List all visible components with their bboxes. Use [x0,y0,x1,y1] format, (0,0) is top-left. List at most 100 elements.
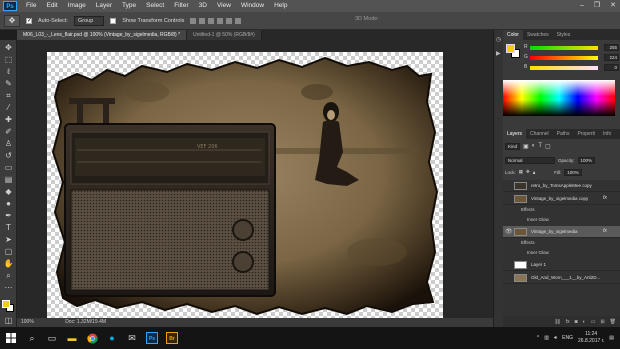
actions-panel-icon[interactable]: ▶ [496,50,501,57]
blur-tool-icon[interactable]: ◆ [3,187,14,196]
notifications-icon[interactable]: ▤ [609,335,614,341]
restore-button[interactable]: ❐ [594,0,600,12]
auto-select-checkbox[interactable] [26,17,32,24]
bridge-taskbar-icon[interactable]: Br [162,327,182,349]
visibility-toggle-icon[interactable] [505,274,511,282]
opacity-field[interactable]: 100% [577,156,596,164]
layer-row[interactable]: retro_by_TomsAppleMee copy [503,180,620,192]
close-button[interactable]: ✕ [610,0,616,12]
layer-row[interactable]: Vintage_by_sigelmedia copy fx [503,193,620,205]
align-top-icon[interactable] [190,17,197,24]
language-indicator[interactable]: ENG [562,335,573,341]
add-mask-icon[interactable]: ◙ [575,319,578,325]
new-group-icon[interactable]: ▭ [591,319,596,325]
photoshop-taskbar-icon[interactable]: Ps [142,327,162,349]
layer-row[interactable]: Layer 1 [503,259,620,271]
fill-field[interactable]: 100% [564,168,582,176]
blue-value[interactable]: 0 [604,64,619,71]
network-icon[interactable]: ▥ [544,335,549,341]
layer-effects-icon[interactable]: fx [603,195,607,201]
inner-glow-effect[interactable]: Inner Glow [527,249,549,257]
inner-glow-effect[interactable]: Inner Glow [527,216,549,224]
green-value[interactable]: 224 [604,54,619,61]
more-tools-icon[interactable]: ⋯ [3,283,14,292]
tab-channels[interactable]: Channel [526,129,553,139]
align-left-icon[interactable] [217,17,224,24]
new-layer-icon[interactable]: ⊞ [600,319,604,325]
filter-pixel-icon[interactable]: ▣ [523,143,529,150]
pen-tool-icon[interactable]: ✒ [3,211,14,220]
filter-kind-dropdown[interactable]: Kind [505,142,521,150]
lasso-tool-icon[interactable]: ℓ [3,67,14,76]
tab-swatches[interactable]: Swatches [523,30,553,40]
menu-type[interactable]: Type [117,0,141,12]
menu-file[interactable]: File [21,0,41,12]
menu-view[interactable]: View [212,0,236,12]
healing-brush-tool-icon[interactable]: ✚ [3,115,14,124]
lock-pixels-icon[interactable]: ▦ [519,169,523,175]
blue-slider[interactable]: B 0 [524,64,620,72]
link-layers-icon[interactable]: ⛓ [554,319,560,325]
eyedropper-tool-icon[interactable]: ⁄ [3,103,14,112]
delete-layer-icon[interactable]: 🗑︎ [610,319,616,325]
align-bottom-icon[interactable] [208,17,215,24]
history-brush-tool-icon[interactable]: ↺ [3,151,14,160]
green-slider-track[interactable] [530,56,598,60]
quick-select-tool-icon[interactable]: ✎ [3,79,14,88]
red-value[interactable]: 255 [604,44,619,51]
green-slider[interactable]: G 224 [524,54,620,62]
layer-row[interactable]: Old_And_Worn___1__by_Arti2D... [503,272,620,284]
tab-color[interactable]: Color [503,30,523,40]
move-tool-icon[interactable]: ✥ [3,43,14,52]
menu-window[interactable]: Window [236,0,269,12]
align-middle-icon[interactable] [199,17,206,24]
adjustment-layer-icon[interactable]: ◐ [583,319,586,325]
clock[interactable]: 11:24 26.8.2017 г. [578,331,604,345]
color-spectrum[interactable] [503,80,615,116]
dodge-tool-icon[interactable]: ● [3,199,14,208]
canvas-area[interactable]: VEF 206 [17,40,493,318]
tab-layers[interactable]: Layers [503,129,527,139]
brush-tool-icon[interactable]: ✐ [3,127,14,136]
align-right-icon[interactable] [235,17,242,24]
visibility-toggle-icon[interactable] [505,195,511,203]
search-icon[interactable]: ⌕ [22,327,42,349]
menu-3d[interactable]: 3D [194,0,212,12]
tray-up-arrow-icon[interactable]: ^ [537,335,539,341]
mail-icon[interactable]: ✉ [122,327,142,349]
blue-slider-track[interactable] [530,66,598,70]
crop-tool-icon[interactable]: ⌗ [3,91,14,100]
blend-mode-dropdown[interactable]: Normal [505,156,555,164]
show-transform-checkbox[interactable] [110,17,117,24]
hand-tool-icon[interactable]: ✋ [3,259,14,268]
start-button[interactable] [0,327,22,349]
menu-layer[interactable]: Layer [91,0,117,12]
menu-select[interactable]: Select [141,0,169,12]
skype-icon[interactable]: ● [102,327,122,349]
type-tool-icon[interactable]: T [3,223,14,232]
lock-all-icon[interactable]: 🔒︎ [533,170,535,175]
visibility-toggle-icon[interactable] [505,182,511,190]
shape-tool-icon[interactable]: ▢ [3,247,14,256]
marquee-tool-icon[interactable]: ⬚ [3,55,14,64]
file-explorer-icon[interactable]: ▬ [62,327,82,349]
menu-image[interactable]: Image [63,0,91,12]
layer-effects-icon[interactable]: fx [603,228,607,234]
path-selection-tool-icon[interactable]: ➤ [3,235,14,244]
red-slider-track[interactable] [530,46,598,50]
filter-shape-icon[interactable]: ▢ [545,143,551,150]
document-canvas[interactable]: VEF 206 [47,52,443,318]
gradient-tool-icon[interactable]: ▤ [3,175,14,184]
filter-type-icon[interactable]: T [538,143,542,149]
menu-edit[interactable]: Edit [41,0,62,12]
tab-styles[interactable]: Styles [553,30,575,40]
lock-position-icon[interactable]: ✥ [526,169,530,175]
eraser-tool-icon[interactable]: ▭ [3,163,14,172]
visibility-toggle-icon[interactable] [505,261,511,269]
clone-stamp-tool-icon[interactable]: ♙ [3,139,14,148]
tab-paths[interactable]: Paths [553,129,574,139]
tab-untitled-1[interactable]: Untitled-1 @ 50% (RGB/8#) [187,30,262,40]
task-view-icon[interactable]: ▭ [42,327,62,349]
tab-lens-flair[interactable]: M06_L03_-_Lens_flair.psd @ 100% (Vintage… [17,30,188,40]
align-center-icon[interactable] [226,17,233,24]
